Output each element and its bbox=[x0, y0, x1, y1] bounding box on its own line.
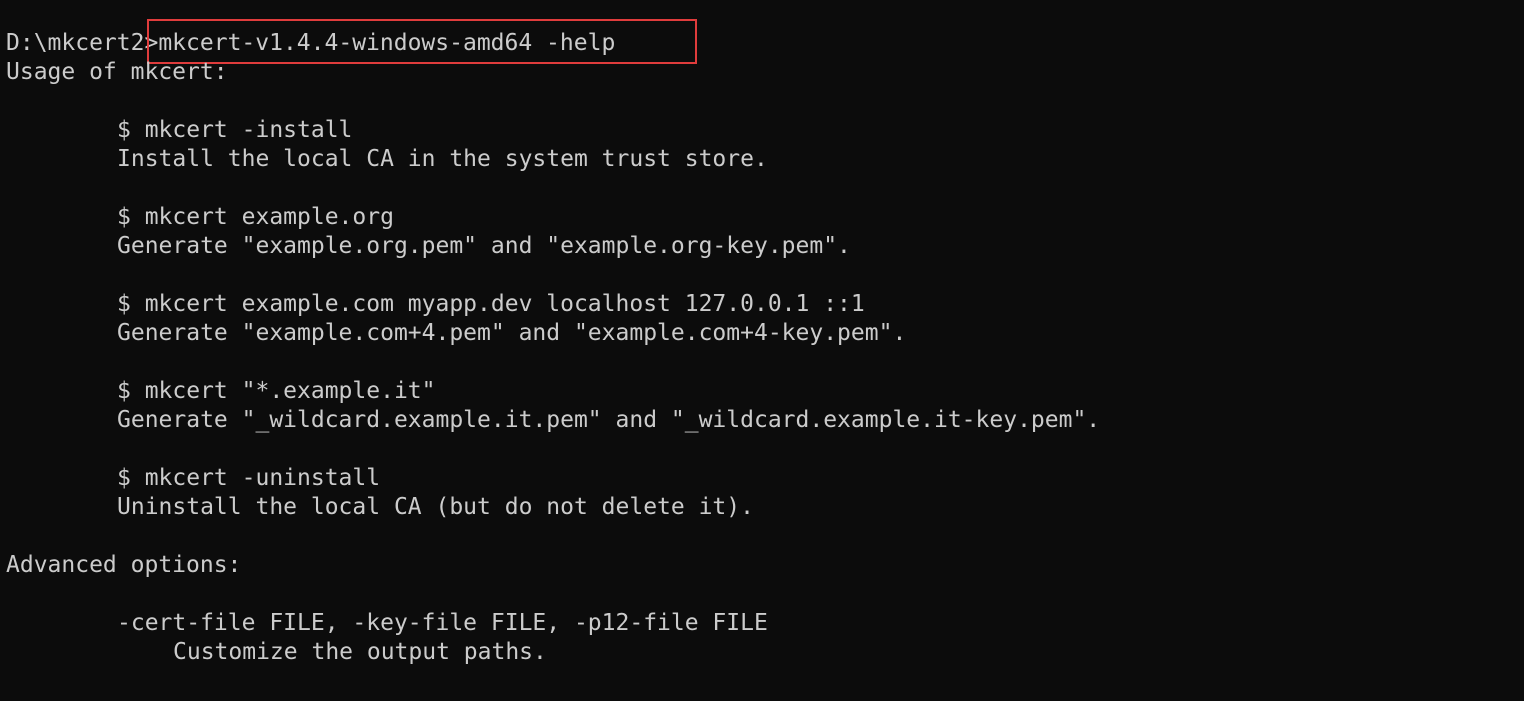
terminal-window[interactable]: D:\mkcert2>mkcert-v1.4.4-windows-amd64 -… bbox=[0, 0, 1524, 701]
command-line: D:\mkcert2>mkcert-v1.4.4-windows-amd64 -… bbox=[6, 29, 615, 58]
example-command: $ mkcert "*.example.it" bbox=[117, 378, 436, 404]
example-command: $ mkcert -uninstall bbox=[117, 465, 381, 491]
example-description: Generate "example.org.pem" and "example.… bbox=[117, 233, 851, 259]
usage-header: Usage of mkcert: bbox=[6, 59, 228, 85]
example-command: $ mkcert example.org bbox=[117, 204, 394, 230]
example-description: Uninstall the local CA (but do not delet… bbox=[117, 494, 754, 520]
example-description: Generate "_wildcard.example.it.pem" and … bbox=[117, 407, 1101, 433]
advanced-header: Advanced options: bbox=[6, 552, 242, 578]
advanced-option-flag: -cert-file FILE, -key-file FILE, -p12-fi… bbox=[117, 610, 768, 636]
example-command: $ mkcert -install bbox=[117, 117, 353, 143]
example-description: Generate "example.com+4.pem" and "exampl… bbox=[117, 320, 907, 346]
example-command: $ mkcert example.com myapp.dev localhost… bbox=[117, 291, 865, 317]
advanced-option-description: Customize the output paths. bbox=[173, 639, 547, 665]
example-description: Install the local CA in the system trust… bbox=[117, 146, 768, 172]
prompt: D:\mkcert2> bbox=[6, 30, 159, 56]
command-text: mkcert-v1.4.4-windows-amd64 -help bbox=[158, 30, 616, 56]
